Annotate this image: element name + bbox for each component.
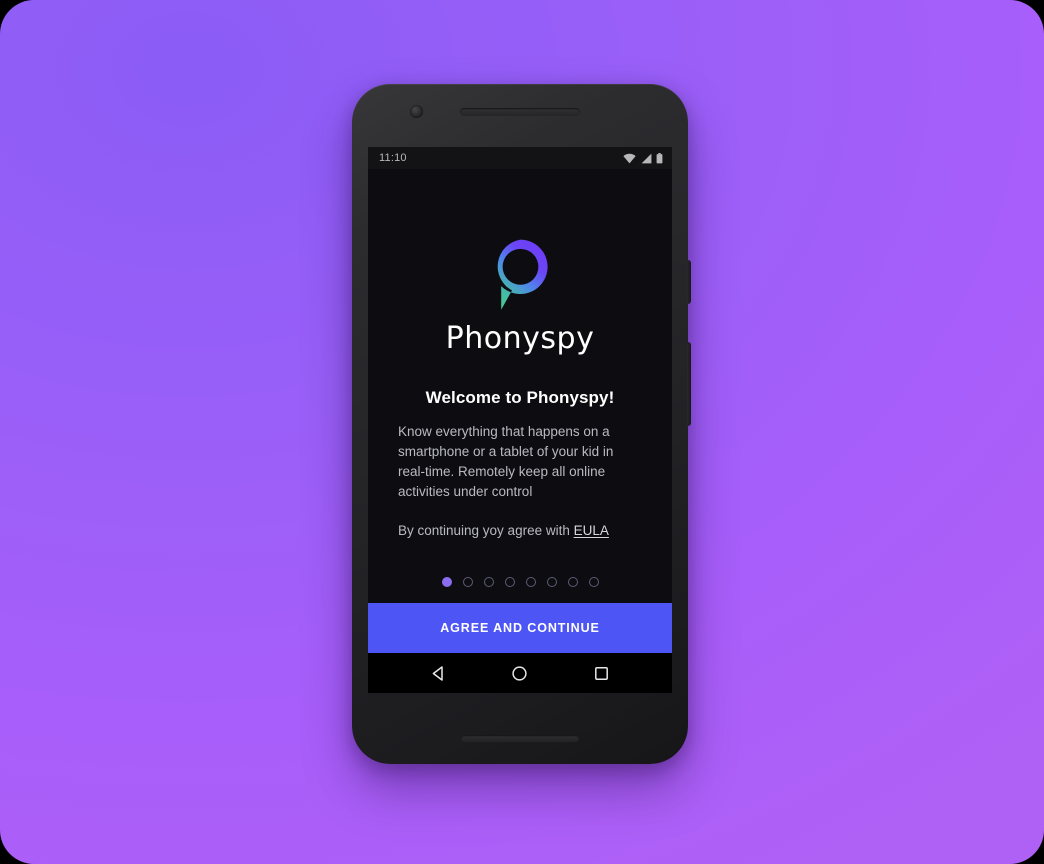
- pagination-dot-8[interactable]: [588, 577, 599, 587]
- android-navigation-bar: [368, 653, 672, 693]
- battery-icon: [656, 152, 663, 163]
- phonyspy-speech-bubble-logo: [497, 239, 548, 310]
- onboarding-description: Know everything that happens on a smartp…: [398, 424, 614, 499]
- page-title: Welcome to Phonyspy!: [425, 388, 615, 407]
- pagination-dot-2[interactable]: [462, 577, 473, 587]
- pagination-dot-7[interactable]: [567, 577, 578, 587]
- back-icon[interactable]: [430, 665, 447, 682]
- eula-agreement-line: By continuing yoy agree with EULA: [398, 521, 642, 541]
- pagination-dot-3[interactable]: [483, 577, 494, 587]
- screenshot-canvas: 11:10 Phonyspy Welcome to Phonyspy! Know…: [0, 0, 1044, 864]
- pagination-dot-1[interactable]: [441, 577, 452, 587]
- brand-wordmark: Phonyspy: [445, 321, 595, 356]
- pagination-dot-5[interactable]: [525, 577, 536, 587]
- eula-link[interactable]: EULA: [574, 523, 609, 538]
- status-bar: 11:10: [368, 147, 672, 169]
- power-button[interactable]: [687, 260, 691, 304]
- bottom-speaker-grille: [461, 735, 579, 742]
- cellular-signal-icon: [641, 153, 652, 163]
- status-bar-icons: [623, 152, 663, 164]
- pagination-dot-6[interactable]: [546, 577, 557, 587]
- eula-prefix-text: By continuing yoy agree with: [398, 523, 574, 538]
- status-bar-clock: 11:10: [379, 152, 407, 164]
- pagination-dot-4[interactable]: [504, 577, 515, 587]
- volume-rocker-button[interactable]: [687, 342, 691, 426]
- wifi-icon: [623, 153, 636, 163]
- pagination-dots: [368, 577, 672, 587]
- onboarding-screen: Phonyspy Welcome to Phonyspy! Know every…: [368, 169, 672, 603]
- phone-device-frame: 11:10 Phonyspy Welcome to Phonyspy! Know…: [352, 84, 691, 764]
- agree-and-continue-button[interactable]: AGREE AND CONTINUE: [368, 603, 672, 653]
- recents-icon[interactable]: [593, 665, 610, 682]
- earpiece-speaker: [460, 108, 580, 116]
- phone-screen: 11:10 Phonyspy Welcome to Phonyspy! Know…: [368, 147, 672, 693]
- home-icon[interactable]: [511, 665, 528, 682]
- front-camera-icon: [410, 105, 423, 118]
